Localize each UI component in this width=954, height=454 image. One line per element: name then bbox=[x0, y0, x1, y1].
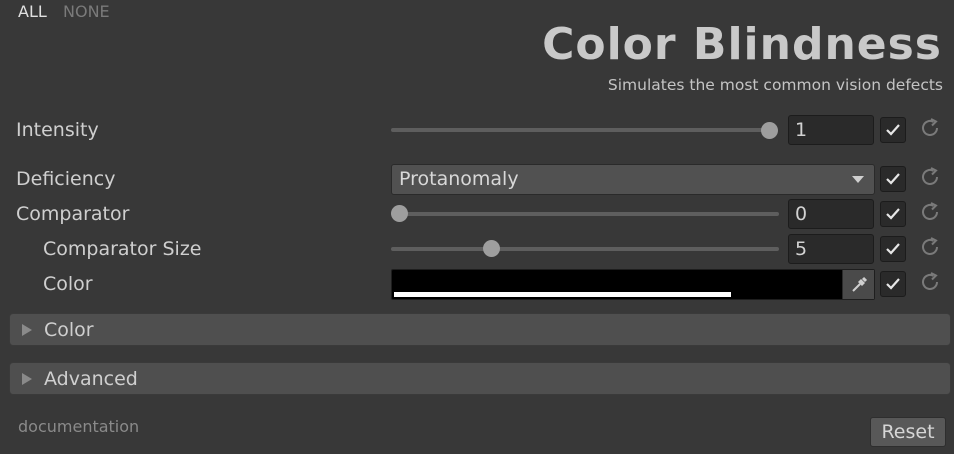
intensity-reset-icon[interactable] bbox=[918, 116, 942, 140]
deficiency-dropdown[interactable]: Protanomaly bbox=[391, 164, 875, 195]
deficiency-reset-icon[interactable] bbox=[918, 165, 942, 189]
color-label: Color bbox=[43, 273, 93, 295]
comparator-size-override-checkbox[interactable] bbox=[880, 236, 906, 262]
documentation-link[interactable]: documentation bbox=[18, 417, 139, 436]
intensity-value-field[interactable]: 1 bbox=[788, 115, 874, 145]
intensity-label: Intensity bbox=[16, 119, 99, 141]
advanced-section-foldout[interactable]: Advanced bbox=[9, 362, 951, 395]
eyedropper-icon bbox=[851, 276, 867, 292]
comparator-size-label: Comparator Size bbox=[43, 238, 202, 260]
comparator-value-field[interactable]: 0 bbox=[788, 199, 874, 229]
comparator-label: Comparator bbox=[16, 203, 130, 225]
comparator-slider-track[interactable] bbox=[391, 212, 779, 216]
comparator-slider-thumb[interactable] bbox=[391, 205, 408, 222]
effect-subtitle: Simulates the most common vision defects bbox=[607, 76, 943, 94]
deficiency-selected-value: Protanomaly bbox=[399, 168, 519, 190]
deficiency-label: Deficiency bbox=[16, 168, 116, 190]
checkmark-icon bbox=[886, 208, 900, 220]
all-toggle-link[interactable]: ALL bbox=[18, 2, 47, 21]
comparator-size-slider-thumb[interactable] bbox=[483, 240, 500, 257]
checkmark-icon bbox=[886, 173, 900, 185]
reset-button[interactable]: Reset bbox=[870, 417, 946, 447]
color-field[interactable] bbox=[391, 269, 875, 300]
comparator-reset-icon[interactable] bbox=[918, 200, 942, 224]
comparator-size-value-field[interactable]: 5 bbox=[788, 234, 874, 264]
chevron-down-icon bbox=[852, 176, 864, 183]
color-override-checkbox[interactable] bbox=[880, 271, 906, 297]
checkmark-icon bbox=[886, 124, 900, 136]
checkmark-icon bbox=[886, 243, 900, 255]
comparator-size-reset-icon[interactable] bbox=[918, 235, 942, 259]
deficiency-override-checkbox[interactable] bbox=[880, 166, 906, 192]
checkmark-icon bbox=[886, 278, 900, 290]
intensity-slider-thumb[interactable] bbox=[761, 122, 778, 139]
color-alpha-bar bbox=[394, 292, 731, 297]
triangle-right-icon bbox=[22, 324, 32, 336]
triangle-right-icon bbox=[22, 373, 32, 385]
comparator-size-slider-track[interactable] bbox=[391, 247, 779, 251]
effect-title: Color Blindness bbox=[542, 19, 942, 70]
color-reset-icon[interactable] bbox=[918, 270, 942, 294]
advanced-section-label: Advanced bbox=[44, 368, 138, 390]
intensity-override-checkbox[interactable] bbox=[880, 117, 906, 143]
color-section-label: Color bbox=[44, 319, 94, 341]
eyedropper-button[interactable] bbox=[842, 270, 874, 299]
color-section-foldout[interactable]: Color bbox=[9, 313, 951, 346]
comparator-override-checkbox[interactable] bbox=[880, 201, 906, 227]
none-toggle-link[interactable]: NONE bbox=[63, 2, 110, 21]
intensity-slider-track[interactable] bbox=[391, 128, 769, 132]
